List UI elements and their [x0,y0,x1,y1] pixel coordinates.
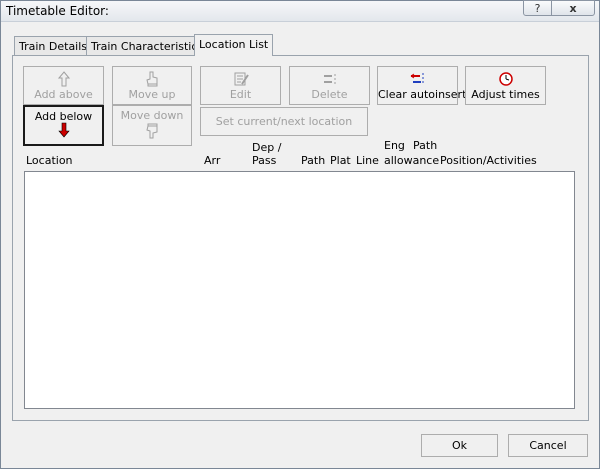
column-header-line: Line [356,154,379,167]
adjust-times-button[interactable]: Adjust times [465,66,546,105]
move-down-label: Move down [120,109,184,122]
column-header-dep: Dep / [252,141,282,154]
column-header-arr: Arr [204,154,221,167]
clear-autoinsert-button[interactable]: Clear autoinsert [377,66,467,105]
column-header-allowance: allowance [384,154,440,167]
tab-train-characteristics[interactable]: Train Characteristics [86,36,209,55]
set-current-next-location-button[interactable]: Set current/next location [200,107,368,136]
move-up-button[interactable]: Move up [112,66,192,105]
move-up-label: Move up [128,88,176,101]
help-button[interactable]: ? [523,0,552,16]
timetable-editor-window: Timetable Editor: ? x Train Details Trai… [0,0,600,469]
close-button[interactable]: x [551,0,595,16]
cancel-label: Cancel [529,439,567,452]
column-header-eng: Eng [384,139,405,152]
tab-label: Train Details [19,40,88,53]
tab-train-details[interactable]: Train Details [14,36,93,55]
column-header-position-activities: Position/Activities [440,154,537,167]
delete-button[interactable]: Delete [289,66,370,105]
column-header-location: Location [26,154,73,167]
column-header-plat: Plat [330,154,351,167]
tab-label: Location List [199,38,269,51]
tab-label: Train Characteristics [91,40,204,53]
clear-autoinsert-label: Clear autoinsert [378,88,467,101]
tab-location-list[interactable]: Location List [194,34,274,56]
add-above-label: Add above [34,88,93,101]
ok-button[interactable]: Ok [421,434,498,457]
column-header-path-allowance: Path [413,139,438,152]
column-header-path: Path [301,154,326,167]
cancel-button[interactable]: Cancel [508,434,588,457]
ok-label: Ok [451,439,468,452]
column-header-pass: Pass [252,154,277,167]
window-title: Timetable Editor: [6,4,109,18]
move-down-button[interactable]: Move down [112,105,192,146]
adjust-times-label: Adjust times [471,88,540,101]
edit-label: Edit [229,88,252,101]
arrow-down-red-icon [25,122,102,141]
add-above-button[interactable]: Add above [23,66,104,105]
hand-down-icon [113,123,191,142]
delete-label: Delete [311,88,348,101]
add-below-button[interactable]: Add below [23,105,104,146]
title-bar: Timetable Editor: ? x [1,0,599,22]
edit-button[interactable]: Edit [200,66,281,105]
location-listbox[interactable] [24,171,575,409]
